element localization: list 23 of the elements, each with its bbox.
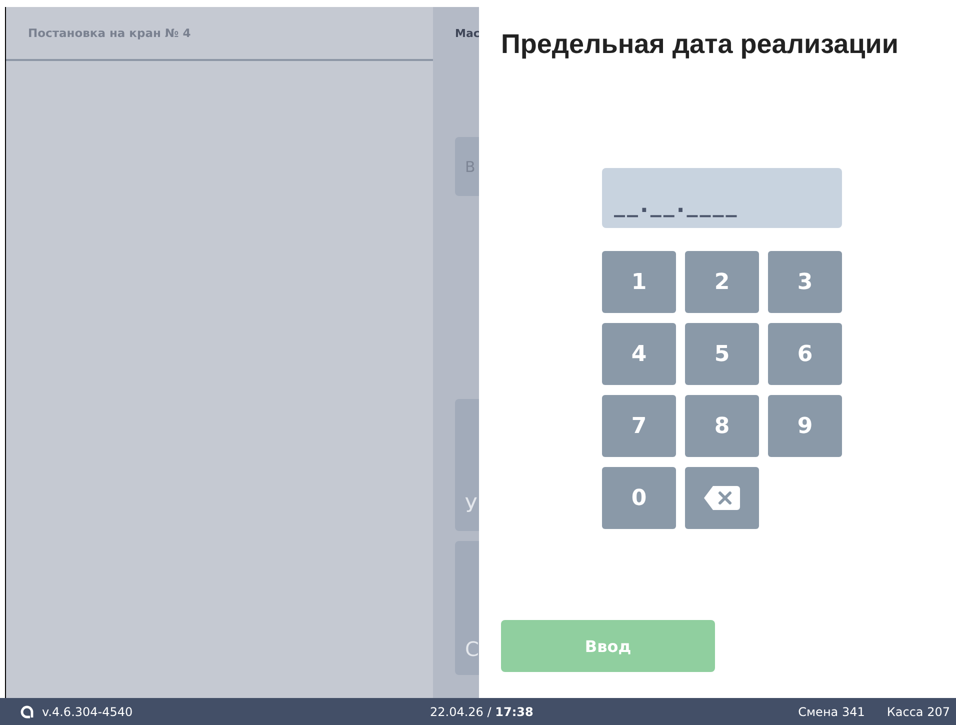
backspace-icon (703, 485, 741, 511)
keypad-key[interactable]: 9 (768, 395, 842, 457)
register-label: Касса 207 (886, 704, 950, 718)
keypad-key[interactable]: 6 (768, 323, 842, 385)
background-card: С (455, 541, 479, 675)
dialog-title: Предельная дата реализации (501, 29, 900, 60)
keypad-key[interactable]: 7 (602, 395, 676, 457)
date-input-field[interactable]: __.__.____ (602, 168, 842, 228)
keypad-key[interactable]: 0 (602, 467, 676, 529)
keypad-key[interactable]: 2 (685, 251, 759, 313)
keypad-key[interactable]: 1 (602, 251, 676, 313)
keypad-key[interactable]: 8 (685, 395, 759, 457)
column-header: Мас (454, 26, 479, 42)
background-card: У (455, 399, 479, 531)
keypad-key[interactable]: 3 (768, 251, 842, 313)
shift-label: Смена 341 (798, 704, 865, 718)
logo-icon (20, 704, 34, 718)
date-time-label: 22.04.26 / 17:38 (430, 704, 534, 718)
panel-title: Постановка на кран № 4 (28, 26, 191, 40)
keypad-key[interactable]: 4 (602, 323, 676, 385)
backspace-key[interactable] (685, 467, 759, 529)
keypad-key[interactable]: 5 (685, 323, 759, 385)
version-label: v.4.6.304-4540 (42, 704, 133, 718)
